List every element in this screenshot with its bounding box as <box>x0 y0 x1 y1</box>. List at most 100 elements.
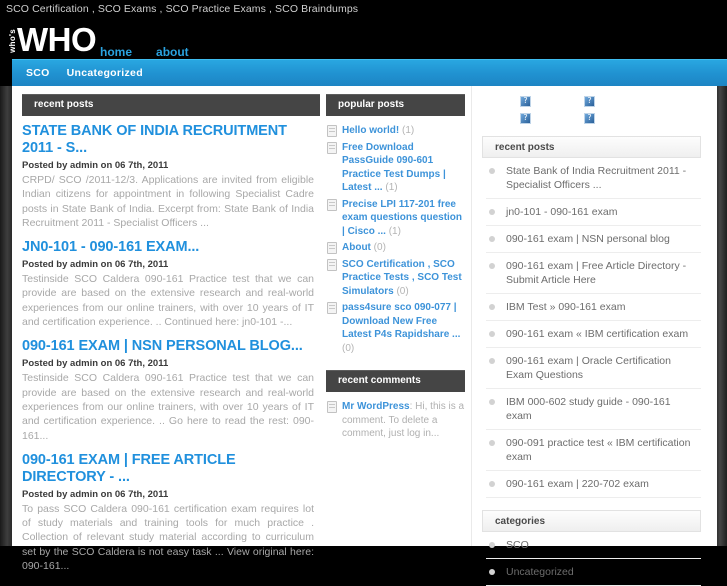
category-navigation: SCO Uncategorized <box>12 59 727 86</box>
recent-posts-header: recent posts <box>22 94 320 116</box>
bullet-icon <box>489 358 495 364</box>
content-canvas: recent posts STATE BANK OF INDIA RECRUIT… <box>12 86 717 586</box>
document-icon <box>327 258 337 271</box>
recent-comments-header: recent comments <box>326 370 465 392</box>
document-icon <box>327 125 337 137</box>
left-gutter <box>0 86 12 546</box>
sidebar-recent-posts-header: recent posts <box>482 136 701 158</box>
sidebar-post-label: IBM 000-602 study guide - 090-161 exam <box>506 396 671 422</box>
post-meta: Posted by admin on 06 7th, 2011 <box>22 488 169 500</box>
sidebar-post-label: 090-161 exam « IBM certification exam <box>506 328 689 340</box>
list-item: Free Download PassGuide 090-601 Practice… <box>326 141 465 195</box>
post-excerpt: Testinside SCO Caldera 090-161 Practice … <box>22 273 314 329</box>
popular-post-link[interactable]: pass4sure sco 090-077 | Download New Fre… <box>342 302 460 340</box>
list-item[interactable]: 090-161 exam | Free Article Directory - … <box>486 253 701 294</box>
comment-body: Mr WordPress: Hi, this is a comment. To … <box>342 401 464 439</box>
document-icon <box>327 141 337 154</box>
list-item: Mr WordPress: Hi, this is a comment. To … <box>326 400 465 441</box>
broken-image-icon[interactable] <box>584 112 595 124</box>
popular-post-count: (0) <box>396 285 409 297</box>
post-meta: Posted by admin on 06 7th, 2011 <box>22 160 169 171</box>
post-excerpt: To pass SCO Caldera 090-161 certificatio… <box>22 502 314 573</box>
document-icon <box>327 401 337 413</box>
post-excerpt: Testinside SCO Caldera 090-161 Practice … <box>22 372 314 442</box>
sidebar-post-label: IBM Test » 090-161 exam <box>506 301 626 313</box>
list-item[interactable]: IBM 000-602 study guide - 090-161 exam <box>486 389 701 430</box>
thumbnail-row <box>482 92 701 136</box>
sidebar-post-label: 090-161 exam | 220-702 exam <box>506 478 649 490</box>
right-gutter <box>717 86 727 546</box>
post-item: STATE BANK OF INDIA RECRUITMENT 2011 - S… <box>22 123 320 230</box>
popular-post-link[interactable]: About <box>342 242 371 253</box>
page-root: SCO Certification , SCO Exams , SCO Prac… <box>0 0 727 586</box>
document-icon <box>327 198 337 211</box>
popular-column: popular posts Hello world! (1) Free Down… <box>320 86 472 546</box>
post-item: JN0-101 - 090-161 EXAM... Posted by admi… <box>22 239 320 329</box>
bullet-icon <box>489 440 495 446</box>
popular-post-count: (0) <box>342 342 355 354</box>
popular-post-link[interactable]: Hello world! <box>342 125 399 136</box>
popular-posts-header: popular posts <box>326 94 465 116</box>
list-item: About (0) <box>326 241 465 255</box>
sidebar-categories-list: SCO Uncategorized <box>482 532 701 586</box>
document-icon <box>327 302 337 314</box>
sidebar-column: recent posts State Bank of India Recruit… <box>472 86 709 586</box>
document-icon <box>327 242 337 254</box>
broken-image-icon[interactable] <box>584 95 595 107</box>
popular-post-link[interactable]: Precise LPI 117-201 free exam questions … <box>342 199 462 237</box>
list-item: SCO Certification , SCO Practice Tests ,… <box>326 258 465 299</box>
sidebar-post-label: 090-091 practice test « IBM certificatio… <box>506 437 691 463</box>
post-title[interactable]: JN0-101 - 090-161 EXAM... <box>22 239 314 256</box>
list-item[interactable]: 090-161 exam | 220-702 exam <box>486 471 701 498</box>
list-item[interactable]: IBM Test » 090-161 exam <box>486 294 701 321</box>
recent-comments-list: Mr WordPress: Hi, this is a comment. To … <box>326 400 465 441</box>
comment-author-link[interactable]: Mr WordPress <box>342 401 410 412</box>
popular-post-count: (0) <box>373 242 386 253</box>
bullet-icon <box>489 542 495 548</box>
post-item: 090-161 EXAM | NSN PERSONAL BLOG... Post… <box>22 338 320 442</box>
post-item: 090-161 EXAM | FREE ARTICLE DIRECTORY - … <box>22 452 320 573</box>
nav-item-about[interactable]: about <box>156 45 189 59</box>
category-label: SCO <box>506 539 529 551</box>
logo-main-text: WHO <box>17 21 97 58</box>
category-item-uncategorized[interactable]: Uncategorized <box>67 67 143 79</box>
popular-posts-list: Hello world! (1) Free Download PassGuide… <box>326 124 465 355</box>
sidebar-categories-header: categories <box>482 510 701 532</box>
broken-image-icon[interactable] <box>520 112 531 124</box>
list-item[interactable]: SCO <box>486 532 701 559</box>
list-item[interactable]: State Bank of India Recruitment 2011 - S… <box>486 158 701 199</box>
list-item[interactable]: 090-161 exam « IBM certification exam <box>486 321 701 348</box>
list-item: pass4sure sco 090-077 | Download New Fre… <box>326 301 465 355</box>
list-item[interactable]: 090-091 practice test « IBM certificatio… <box>486 430 701 471</box>
posts-column: recent posts STATE BANK OF INDIA RECRUIT… <box>12 86 320 572</box>
post-meta: Posted by admin on 06 7th, 2011 <box>22 358 169 370</box>
popular-post-count: (1) <box>385 182 398 193</box>
list-item[interactable]: jn0-101 - 090-161 exam <box>486 199 701 226</box>
bullet-icon <box>489 399 495 405</box>
post-excerpt: CRPD/ SCO /2011-12/3. Applications are i… <box>22 174 314 229</box>
masthead: who's WHO home about <box>0 18 727 59</box>
post-title[interactable]: 090-161 EXAM | NSN PERSONAL BLOG... <box>22 338 314 355</box>
category-item-sco[interactable]: SCO <box>26 67 50 79</box>
sidebar-post-label: jn0-101 - 090-161 exam <box>506 206 618 218</box>
list-item[interactable]: Uncategorized <box>486 559 701 586</box>
sidebar-post-label: 090-161 exam | NSN personal blog <box>506 233 670 245</box>
list-item[interactable]: 090-161 exam | Oracle Certification Exam… <box>486 348 701 389</box>
bullet-icon <box>489 304 495 310</box>
bullet-icon <box>489 569 495 575</box>
popular-post-count: (1) <box>402 125 415 136</box>
site-tagline: SCO Certification , SCO Exams , SCO Prac… <box>0 0 727 18</box>
category-label: Uncategorized <box>506 566 574 578</box>
list-item: Precise LPI 117-201 free exam questions … <box>326 198 465 239</box>
post-title[interactable]: 090-161 EXAM | FREE ARTICLE DIRECTORY - … <box>22 452 314 486</box>
nav-item-home[interactable]: home <box>100 45 132 59</box>
list-item[interactable]: 090-161 exam | NSN personal blog <box>486 226 701 253</box>
broken-image-icon[interactable] <box>520 95 531 107</box>
site-logo[interactable]: who's WHO <box>8 20 97 58</box>
post-meta: Posted by admin on 06 7th, 2011 <box>22 259 169 271</box>
post-title[interactable]: STATE BANK OF INDIA RECRUITMENT 2011 - S… <box>22 123 314 157</box>
bullet-icon <box>489 331 495 337</box>
bullet-icon <box>489 209 495 215</box>
